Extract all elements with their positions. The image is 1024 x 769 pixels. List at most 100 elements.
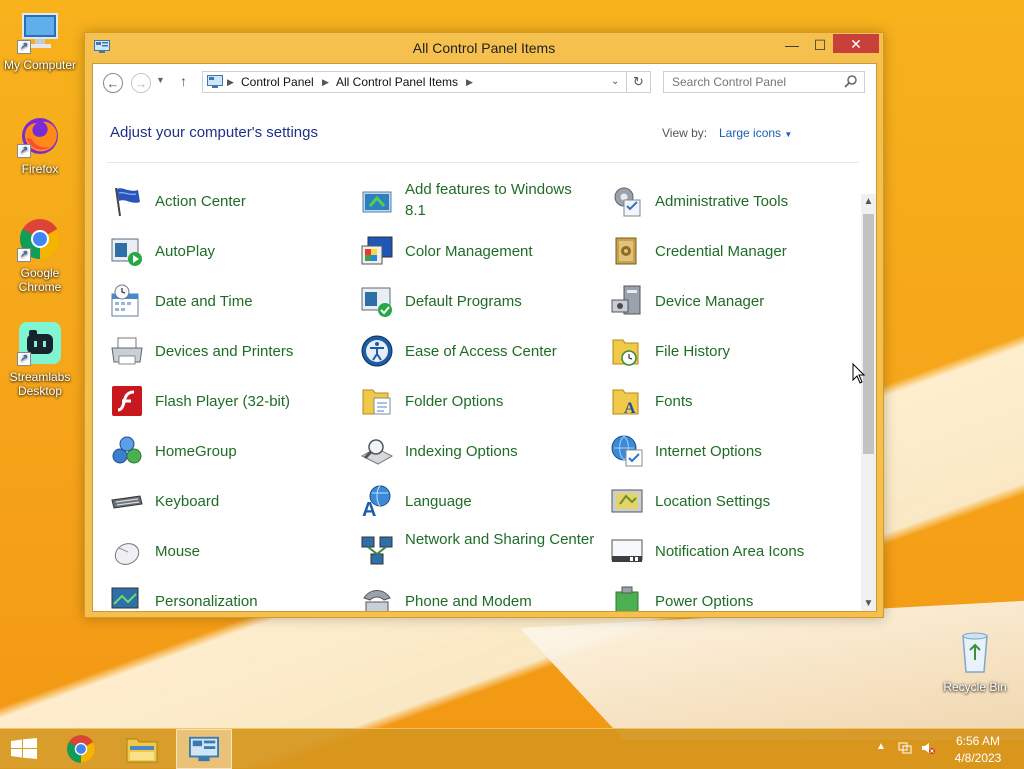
back-button[interactable]: ← xyxy=(103,73,123,93)
personalization-icon xyxy=(111,587,139,609)
item-location-settings[interactable]: Location Settings xyxy=(610,479,850,523)
title-bar[interactable]: All Control Panel Items — ☐ ✕ xyxy=(85,33,883,63)
scroll-thumb[interactable] xyxy=(863,214,874,454)
item-default-programs[interactable]: Default Programs xyxy=(360,279,600,323)
clock-time[interactable]: 6:56 AM xyxy=(943,733,1013,749)
file-explorer-icon xyxy=(126,738,158,763)
item-indexing-options[interactable]: Indexing Options xyxy=(360,429,600,473)
phone-modem-icon xyxy=(363,590,391,611)
color-management-icon xyxy=(361,236,393,265)
item-label: Indexing Options xyxy=(405,443,518,460)
flash-icon xyxy=(112,386,142,416)
refresh-button[interactable]: ↻ xyxy=(626,71,651,93)
recent-locations-chevron-icon[interactable]: ▼ xyxy=(156,75,165,85)
item-notification-area-icons[interactable]: Notification Area Icons xyxy=(610,529,850,573)
item-device-manager[interactable]: Device Manager xyxy=(610,279,850,323)
item-label: Language xyxy=(405,493,472,510)
location-icon xyxy=(611,489,643,513)
forward-button[interactable]: → xyxy=(131,73,151,93)
mouse-cursor-icon xyxy=(852,363,866,384)
item-homegroup[interactable]: HomeGroup xyxy=(110,429,350,473)
item-label: File History xyxy=(655,343,731,360)
item-autoplay[interactable]: AutoPlay xyxy=(110,229,350,273)
item-mouse[interactable]: Mouse xyxy=(110,529,350,573)
svg-text:A: A xyxy=(362,499,376,518)
svg-text:A: A xyxy=(624,400,636,417)
item-internet-options[interactable]: Internet Options xyxy=(610,429,850,473)
item-credential-manager[interactable]: Credential Manager xyxy=(610,229,850,273)
item-label: Internet Options xyxy=(655,443,762,460)
page-heading: Adjust your computer's settings xyxy=(110,124,318,141)
item-label: Flash Player (32-bit) xyxy=(155,393,291,410)
address-dropdown-icon[interactable]: ⌄ xyxy=(611,76,619,87)
address-bar[interactable]: ▶ Control Panel ▶ All Control Panel Item… xyxy=(202,71,651,93)
breadcrumb-chevron-icon: ▶ xyxy=(466,77,473,87)
window-client-area: ← → ▼ ↑ ▶ Control Panel ▶ All Control Pa… xyxy=(92,63,877,612)
keyboard-icon xyxy=(111,495,143,509)
clock-date[interactable]: 4/8/2023 xyxy=(943,750,1013,766)
item-label: Notification Area Icons xyxy=(655,543,805,560)
item-color-management[interactable]: Color Management xyxy=(360,229,600,273)
taskbar-file-explorer-button[interactable] xyxy=(116,729,172,769)
item-language[interactable]: A Language xyxy=(360,479,600,523)
item-flash-player[interactable]: Flash Player (32-bit) xyxy=(110,379,350,423)
scroll-up-arrow-icon[interactable]: ▲ xyxy=(861,194,876,209)
desktop-icon-my-computer[interactable]: ↗ My Computer xyxy=(0,8,80,72)
item-label: Location Settings xyxy=(655,493,771,510)
item-administrative-tools[interactable]: Administrative Tools xyxy=(610,179,850,223)
desktop-icon-google-chrome[interactable]: ↗ Google Chrome xyxy=(0,216,80,294)
volume-muted-icon[interactable] xyxy=(921,741,935,755)
chrome-icon xyxy=(67,735,95,763)
desktop-icon-recycle-bin[interactable]: Recycle Bin xyxy=(935,630,1015,694)
admin-tools-icon xyxy=(614,187,641,217)
breadcrumb-all-items[interactable]: All Control Panel Items xyxy=(336,75,458,89)
taskbar: ▲ 6:56 AM 4/8/2023 xyxy=(0,728,1024,769)
breadcrumb-control-panel[interactable]: Control Panel xyxy=(241,75,314,89)
item-label: Add features to Windows 8.1 xyxy=(405,181,572,219)
taskbar-control-panel-button[interactable] xyxy=(176,729,232,769)
item-devices-and-printers[interactable]: Devices and Printers xyxy=(110,329,350,373)
item-phone-and-modem[interactable]: Phone and Modem xyxy=(360,579,600,611)
item-fonts[interactable]: A Fonts xyxy=(610,379,850,423)
item-file-history[interactable]: File History xyxy=(610,329,850,373)
desktop-icon-label: Streamlabs Desktop xyxy=(9,370,71,398)
computer-icon: ↗ xyxy=(17,8,63,54)
network-tray-icon[interactable] xyxy=(898,741,912,755)
start-button[interactable] xyxy=(0,729,56,769)
item-action-center[interactable]: Action Center xyxy=(110,179,350,223)
maximize-button[interactable]: ☐ xyxy=(805,35,835,55)
close-button[interactable]: ✕ xyxy=(833,34,879,53)
item-ease-of-access[interactable]: Ease of Access Center xyxy=(360,329,600,373)
calendar-clock-icon xyxy=(111,284,139,317)
folder-options-icon xyxy=(362,389,391,415)
search-input[interactable] xyxy=(663,71,865,93)
dropdown-arrow-icon: ▼ xyxy=(784,130,793,139)
search-icon[interactable] xyxy=(844,74,858,88)
item-label: Network and Sharing Center xyxy=(405,531,595,548)
file-history-icon xyxy=(612,339,639,366)
desktop-icon-label: Google Chrome xyxy=(18,266,62,294)
desktop-icon-streamlabs[interactable]: ↗ Streamlabs Desktop xyxy=(0,320,80,398)
desktop-icon-firefox[interactable]: ↗ Firefox xyxy=(0,112,80,176)
item-keyboard[interactable]: Keyboard xyxy=(110,479,350,523)
item-label: AutoPlay xyxy=(155,243,216,260)
control-panel-icon xyxy=(189,736,219,762)
vertical-scrollbar[interactable]: ▲ ▼ xyxy=(861,194,876,611)
notification-area-icon xyxy=(611,539,643,562)
item-add-features[interactable]: Add features to Windows 8.1 xyxy=(360,179,600,223)
item-personalization[interactable]: Personalization xyxy=(110,579,350,611)
item-power-options[interactable]: Power Options xyxy=(610,579,850,611)
streamlabs-icon: ↗ xyxy=(17,320,63,366)
show-hidden-icons-chevron-icon[interactable]: ▲ xyxy=(876,741,886,752)
view-by-dropdown[interactable]: Large icons ▼ xyxy=(719,126,792,140)
desktop-icon-label: My Computer xyxy=(3,58,77,72)
scroll-down-arrow-icon[interactable]: ▼ xyxy=(861,596,876,611)
taskbar-chrome-button[interactable] xyxy=(56,729,112,769)
up-button[interactable]: ↑ xyxy=(180,73,187,89)
flag-icon xyxy=(115,187,140,217)
item-network-sharing-center[interactable]: Network and Sharing Center xyxy=(360,529,600,573)
item-date-and-time[interactable]: Date and Time xyxy=(110,279,350,323)
internet-options-icon xyxy=(611,435,643,467)
minimize-button[interactable]: — xyxy=(777,35,807,55)
item-folder-options[interactable]: Folder Options xyxy=(360,379,600,423)
